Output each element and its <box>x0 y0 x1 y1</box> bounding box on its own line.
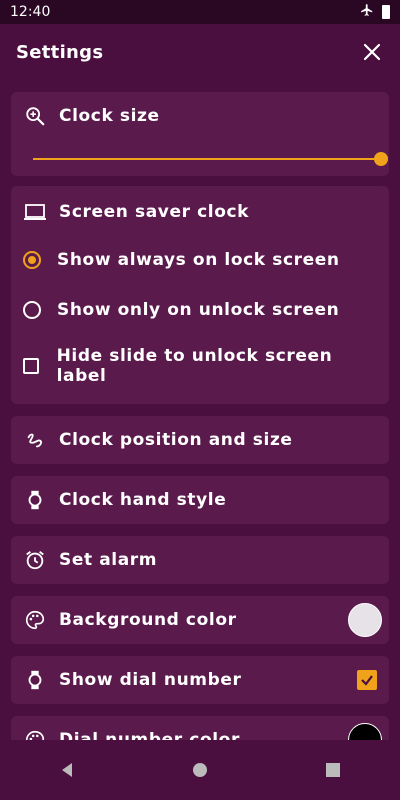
item-clock-hand-style[interactable]: Clock hand style <box>11 476 389 524</box>
laptop-icon <box>23 200 47 224</box>
back-button[interactable] <box>51 754 83 786</box>
background-color-swatch[interactable] <box>348 603 382 637</box>
option-label: Hide slide to unlock screen label <box>56 346 333 386</box>
recents-button[interactable] <box>317 754 349 786</box>
item-label: Show dial number <box>59 670 242 690</box>
page-title: Settings <box>16 41 104 63</box>
item-clock-position[interactable]: Clock position and size <box>11 416 389 464</box>
alarm-icon <box>23 548 47 572</box>
status-bar: 12:40 <box>0 0 400 24</box>
item-label: Clock hand style <box>59 490 227 510</box>
status-icons <box>360 3 390 21</box>
option-hide-slide[interactable]: Hide slide to unlock screen label <box>11 342 389 390</box>
check-icon <box>361 675 373 686</box>
screen-saver-label: Screen saver clock <box>59 202 250 222</box>
palette-icon <box>23 608 47 632</box>
app-bar: Settings <box>0 24 400 80</box>
radio-show-unlock[interactable] <box>23 301 41 319</box>
item-background-color[interactable]: Background color <box>11 596 389 644</box>
radio-show-always[interactable] <box>23 251 41 269</box>
clock-size-card: Clock size <box>11 92 389 176</box>
home-button[interactable] <box>184 754 216 786</box>
airplane-mode-icon <box>360 3 374 21</box>
gesture-icon <box>23 428 47 452</box>
option-show-always[interactable]: Show always on lock screen <box>11 236 389 284</box>
close-button[interactable] <box>360 40 384 64</box>
clock-size-label: Clock size <box>59 106 160 126</box>
navigation-bar <box>0 740 400 800</box>
zoom-in-icon <box>23 104 47 128</box>
item-label: Dial number color <box>59 730 240 740</box>
clock-size-slider-thumb[interactable] <box>374 152 388 166</box>
checkbox-hide-slide[interactable] <box>23 358 39 374</box>
recents-square-icon <box>326 763 341 777</box>
palette-icon <box>23 728 47 740</box>
item-dial-number-color[interactable]: Dial number color <box>11 716 389 740</box>
item-label: Clock position and size <box>59 430 293 450</box>
screen-saver-header: Screen saver clock <box>11 188 389 236</box>
screen-saver-card: Screen saver clock Show always on lock s… <box>11 186 389 404</box>
back-triangle-icon <box>61 763 72 777</box>
item-label: Set alarm <box>59 550 158 570</box>
option-label: Show only on unlock screen <box>57 300 340 320</box>
clock-size-header: Clock size <box>11 92 389 140</box>
item-label: Background color <box>59 610 237 630</box>
status-time: 12:40 <box>10 4 51 20</box>
home-circle-icon <box>192 763 207 777</box>
close-icon <box>363 43 381 61</box>
option-show-unlock[interactable]: Show only on unlock screen <box>11 286 389 334</box>
item-set-alarm[interactable]: Set alarm <box>11 536 389 584</box>
item-show-dial-number[interactable]: Show dial number <box>11 656 389 704</box>
settings-list: Clock size Screen saver clock Show alway… <box>0 84 400 740</box>
clock-size-slider-track[interactable] <box>33 158 381 160</box>
watch-icon <box>23 668 47 692</box>
watch-icon <box>23 488 47 512</box>
battery-icon <box>382 5 390 19</box>
show-dial-number-checkbox[interactable] <box>357 670 377 690</box>
option-label: Show always on lock screen <box>57 250 340 270</box>
